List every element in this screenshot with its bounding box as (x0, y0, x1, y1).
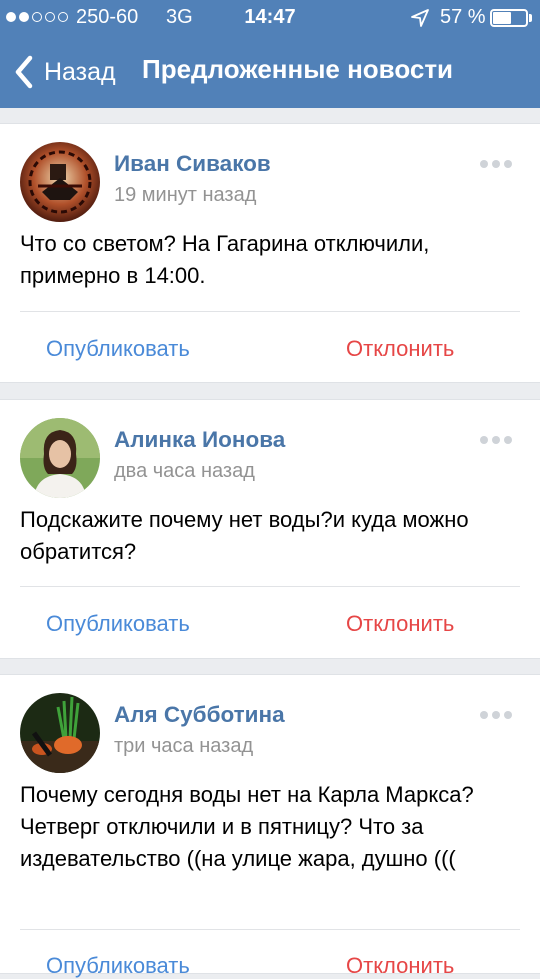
post-time: 19 минут назад (114, 184, 257, 206)
divider (20, 929, 520, 930)
chevron-left-icon (15, 55, 33, 89)
avatar[interactable] (20, 418, 100, 498)
post-author[interactable]: Алинка Ионова (114, 427, 285, 453)
more-options-icon[interactable] (480, 711, 512, 719)
post-time: три часа назад (114, 735, 254, 757)
post-card: Иван Сиваков 19 минут назад Что со свето… (0, 123, 540, 383)
avatar[interactable] (20, 142, 100, 222)
avatar[interactable] (20, 693, 100, 773)
location-arrow-icon (411, 9, 429, 27)
post-author[interactable]: Иван Сиваков (114, 151, 271, 177)
reject-button[interactable]: Отклонить (346, 611, 454, 637)
divider (20, 311, 520, 312)
back-label: Назад (44, 57, 116, 86)
battery-percent: 57 % (440, 6, 486, 28)
divider (20, 586, 520, 587)
page-title: Предложенные новости (142, 54, 454, 84)
post-card: Аля Субботина три часа назад Почему сего… (0, 674, 540, 978)
reject-button[interactable]: Отклонить (346, 336, 454, 362)
more-options-icon[interactable] (480, 436, 512, 444)
post-time: два часа назад (114, 460, 255, 482)
more-options-icon[interactable] (480, 160, 512, 168)
battery-nub (529, 14, 532, 22)
reject-button[interactable]: Отклонить (346, 953, 454, 979)
post-card: Алинка Ионова два часа назад Подскажите … (0, 399, 540, 659)
publish-button[interactable]: Опубликовать (46, 953, 190, 979)
post-author[interactable]: Аля Субботина (114, 702, 285, 728)
battery-icon (490, 9, 528, 27)
post-text: Почему сегодня воды нет на Карла Маркса?… (20, 782, 474, 871)
publish-button[interactable]: Опубликовать (46, 336, 190, 362)
status-bar: 250-60 3G 14:47 57 % (0, 0, 540, 36)
post-text: Подскажите почему нет воды?и куда можно … (20, 507, 469, 564)
publish-button[interactable]: Опубликовать (46, 611, 190, 637)
top-bar: 250-60 3G 14:47 57 % Назад Предложенные … (0, 0, 540, 108)
back-button[interactable]: Назад (10, 50, 116, 94)
battery-level (493, 12, 511, 24)
post-text: Что со светом? На Гагарина отключили, пр… (20, 231, 430, 288)
